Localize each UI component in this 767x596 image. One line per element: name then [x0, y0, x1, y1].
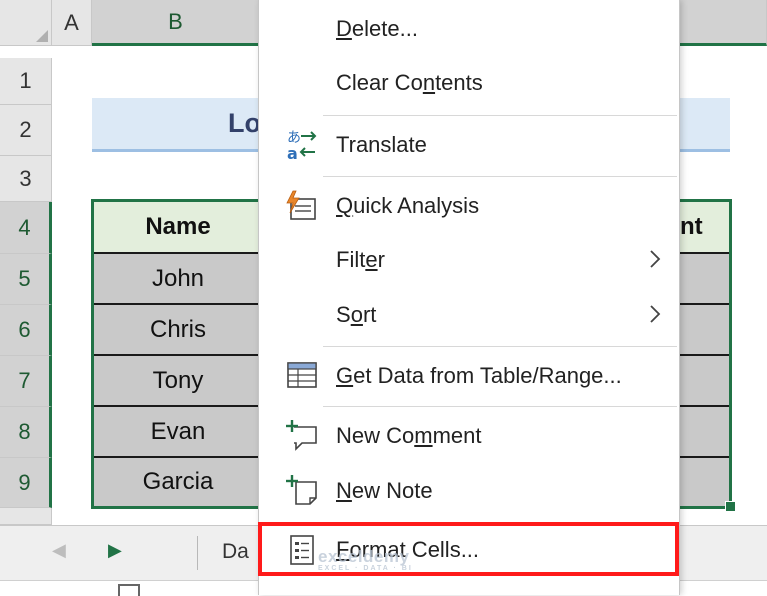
column-header-a[interactable]: A	[52, 0, 92, 46]
menu-item-label: Translate	[336, 132, 427, 157]
row-header-9[interactable]: 9	[0, 458, 52, 508]
row-header-3[interactable]: 3	[0, 156, 52, 202]
menu-separator	[323, 346, 677, 347]
row-header-7[interactable]: 7	[0, 356, 52, 407]
column-header-b[interactable]: B	[92, 0, 260, 46]
table-row[interactable]: Chris	[94, 305, 262, 356]
menu-item-filter[interactable]: Filter	[259, 237, 679, 283]
column-header-partial[interactable]	[680, 0, 767, 46]
table-cell-partial[interactable]	[680, 407, 729, 458]
menu-separator	[323, 115, 677, 116]
menu-item-clear-contents[interactable]: Clear Contents	[259, 60, 679, 106]
row-header-6[interactable]: 6	[0, 305, 52, 356]
tab-divider	[197, 536, 198, 570]
svg-text:a: a	[287, 144, 298, 162]
page-view-icon[interactable]	[118, 584, 140, 596]
row-header-5[interactable]: 5	[0, 254, 52, 305]
triangle-left-icon[interactable]: ◀	[52, 540, 66, 561]
quick-analysis-icon	[286, 190, 316, 220]
table-cell-partial[interactable]	[680, 305, 729, 356]
menu-separator	[323, 176, 677, 177]
context-menu: Delete... Clear Contents あ a Translate Q…	[258, 0, 680, 595]
watermark-logo: exceldemy EXCEL · DATA · BI	[318, 547, 413, 572]
menu-item-sort[interactable]: Sort	[259, 292, 679, 338]
menu-item-new-comment[interactable]: New Comment	[259, 412, 679, 460]
menu-item-label: Get Data from Table/Range...	[336, 363, 622, 388]
select-all-corner[interactable]	[0, 0, 52, 46]
table-row[interactable]: John	[94, 254, 262, 305]
table-row[interactable]: Garcia	[94, 458, 262, 506]
table-range-icon	[287, 362, 317, 388]
table-row[interactable]: Tony	[94, 356, 262, 407]
row-header-2[interactable]: 2	[0, 105, 52, 156]
menu-item-label: New Note	[336, 478, 433, 503]
table-cell-partial[interactable]	[680, 458, 729, 506]
select-all-triangle-icon	[36, 30, 48, 42]
row-header-4[interactable]: 4	[0, 202, 52, 254]
sheet-tab[interactable]: Da	[222, 540, 249, 564]
menu-item-translate[interactable]: あ a Translate	[259, 121, 679, 169]
menu-item-label: Clear Contents	[336, 70, 483, 95]
new-comment-icon	[286, 420, 317, 451]
chevron-right-icon	[650, 305, 661, 323]
menu-item-label: Sort	[336, 302, 377, 327]
table-cell-partial[interactable]	[680, 254, 729, 305]
chevron-right-icon	[650, 250, 661, 268]
menu-separator	[323, 406, 677, 407]
menu-item-get-data[interactable]: Get Data from Table/Range...	[259, 352, 679, 400]
sheet-title-text: Lo	[228, 108, 261, 138]
menu-item-label: New Comment	[336, 423, 482, 448]
menu-item-label: Delete...	[336, 16, 418, 41]
new-note-icon	[286, 475, 317, 505]
row-header-10-partial[interactable]	[0, 508, 52, 525]
menu-item-delete[interactable]: Delete...	[259, 6, 679, 52]
translate-icon: あ a	[287, 130, 317, 162]
table-header-partial[interactable]: nt	[680, 202, 729, 254]
menu-item-quick-analysis[interactable]: Quick Analysis	[259, 182, 679, 230]
row-header-1[interactable]: 1	[0, 58, 52, 105]
table-header-name[interactable]: Name	[94, 202, 262, 254]
menu-item-label: Quick Analysis	[336, 193, 480, 218]
fill-handle[interactable]	[725, 501, 736, 512]
menu-item-new-note[interactable]: New Note	[259, 467, 679, 515]
row-header-8[interactable]: 8	[0, 407, 52, 458]
table-row[interactable]: Evan	[94, 407, 262, 458]
menu-item-label: Filter	[336, 247, 385, 272]
table-cell-partial[interactable]	[680, 356, 729, 407]
triangle-right-icon[interactable]: ▶	[108, 540, 122, 561]
